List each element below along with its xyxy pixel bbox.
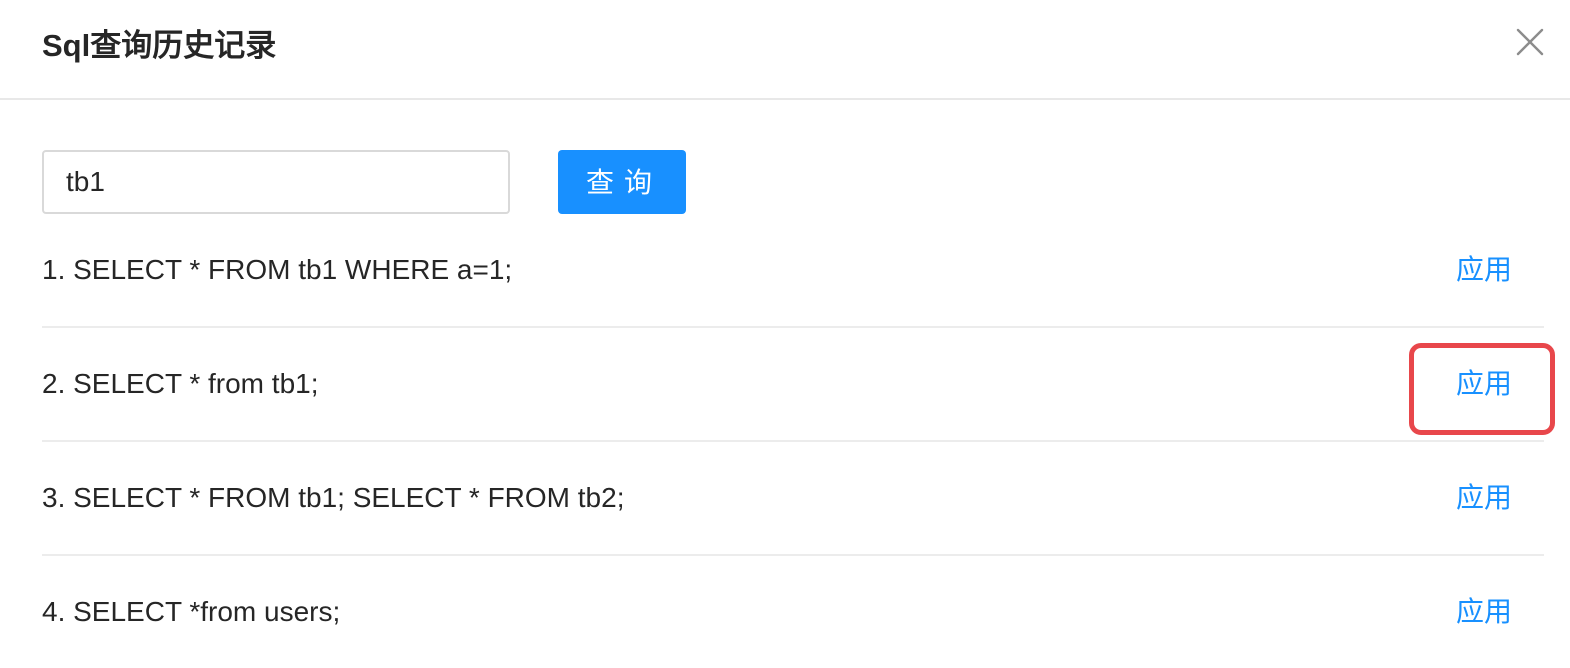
apply-link[interactable]: 应用 — [1456, 366, 1512, 402]
list-item: 3. SELECT * FROM tb1; SELECT * FROM tb2;… — [42, 442, 1544, 556]
search-input[interactable] — [42, 150, 510, 214]
apply-link[interactable]: 应用 — [1456, 594, 1512, 630]
history-sql-text: 3. SELECT * FROM tb1; SELECT * FROM tb2; — [42, 482, 625, 513]
sql-history-modal: Sql查询历史记录 查询 1. SELECT * FROM tb1 WHERE … — [0, 0, 1570, 658]
apply-link[interactable]: 应用 — [1456, 480, 1512, 516]
history-sql-text: 1. SELECT * FROM tb1 WHERE a=1; — [42, 254, 513, 285]
history-list: 1. SELECT * FROM tb1 WHERE a=1; 应用 2. SE… — [42, 214, 1544, 668]
history-sql-text: 2. SELECT * from tb1; — [42, 368, 319, 399]
list-item: 2. SELECT * from tb1; 应用 — [42, 328, 1544, 442]
list-item: 4. SELECT *from users; 应用 — [42, 556, 1544, 668]
apply-link[interactable]: 应用 — [1456, 252, 1512, 288]
query-button[interactable]: 查询 — [558, 150, 686, 214]
close-icon-glyph — [1516, 28, 1544, 56]
modal-header: Sql查询历史记录 — [0, 0, 1570, 100]
history-sql-text: 4. SELECT *from users; — [42, 596, 341, 627]
modal-title: Sql查询历史记录 — [42, 28, 277, 63]
list-item: 1. SELECT * FROM tb1 WHERE a=1; 应用 — [42, 214, 1544, 328]
close-icon[interactable] — [1516, 28, 1556, 68]
